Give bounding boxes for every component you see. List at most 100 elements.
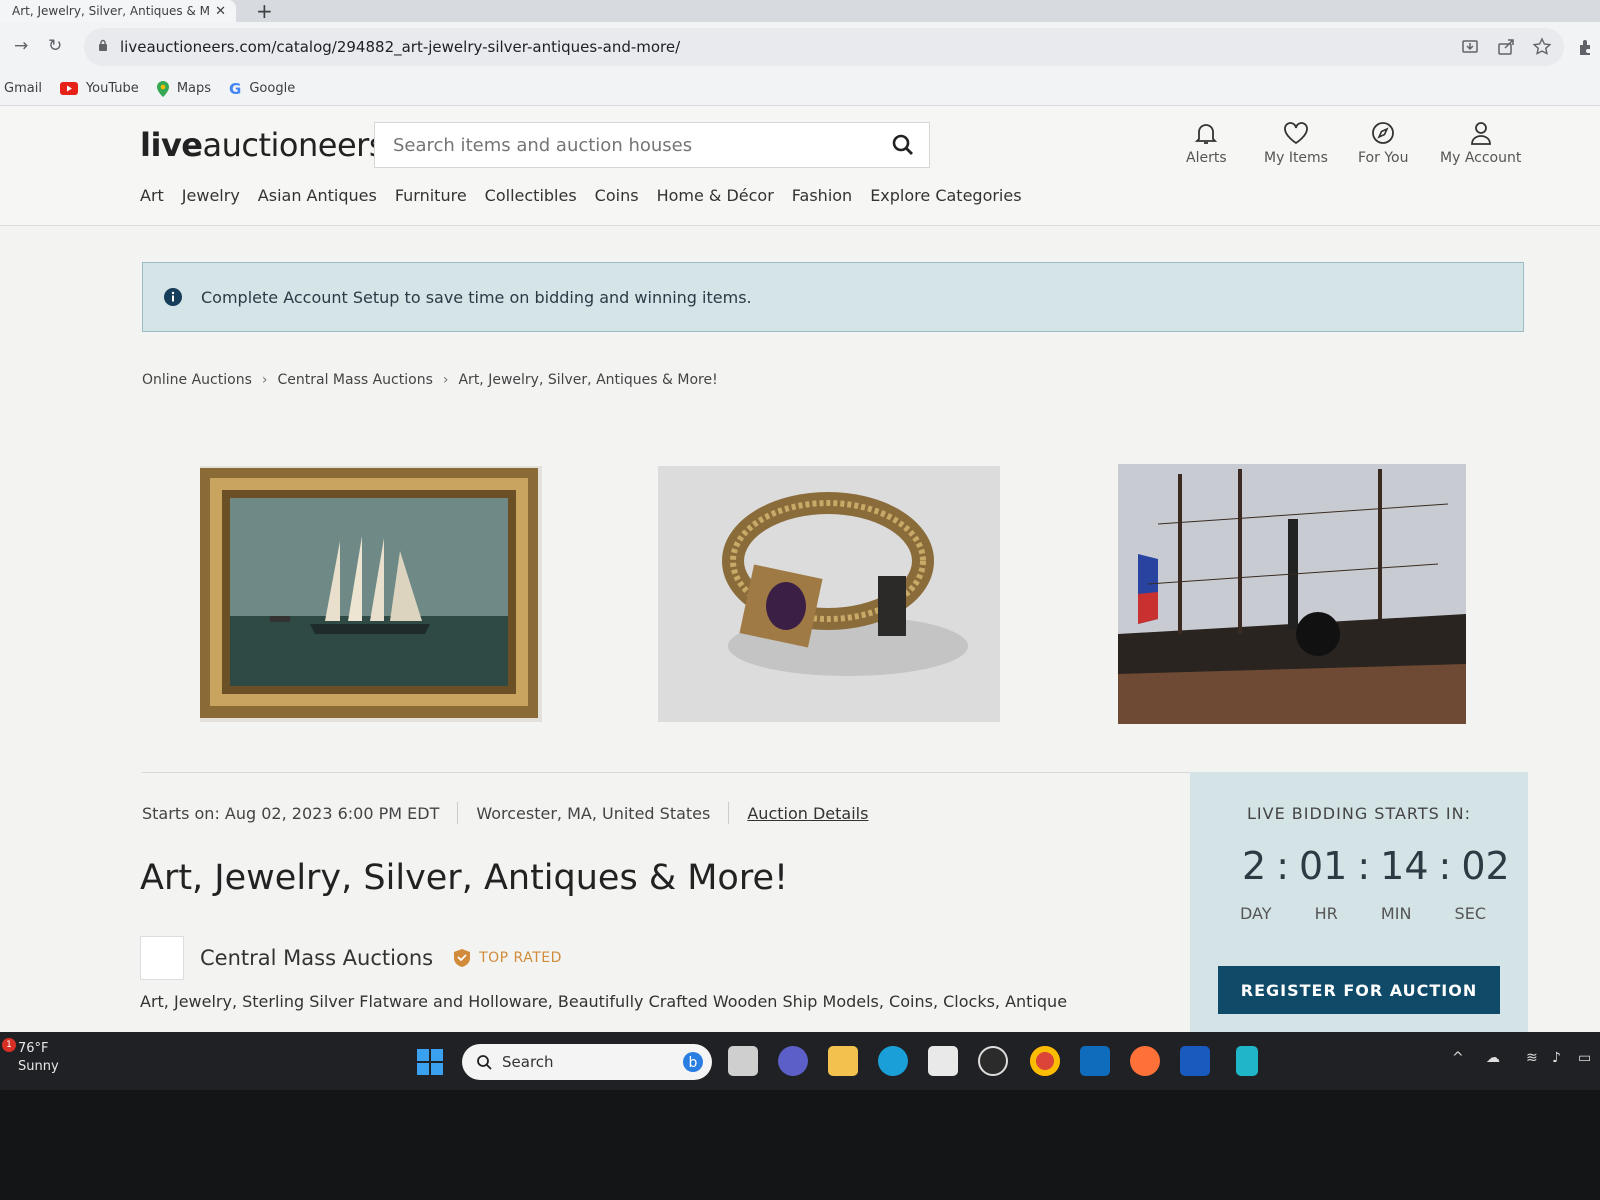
nav-fashion[interactable]: Fashion: [792, 186, 852, 205]
auction-location: Worcester, MA, United States: [476, 803, 711, 823]
label-sec: SEC: [1454, 904, 1486, 923]
heart-icon: [1284, 122, 1308, 145]
logo-light-text: auctioneers: [202, 126, 386, 164]
chevron-up-icon[interactable]: ^: [1452, 1050, 1464, 1066]
search-input[interactable]: [393, 135, 873, 156]
countdown-panel: LIVE BIDDING STARTS IN: 2 : 01 : 14 : 02…: [1190, 772, 1528, 1032]
bookmark-google[interactable]: G Google: [229, 80, 295, 98]
bing-icon[interactable]: b: [682, 1051, 704, 1073]
logo-bold-text: live: [140, 126, 203, 164]
countdown-colon: :: [1276, 844, 1289, 888]
notepad-icon[interactable]: [1236, 1046, 1258, 1076]
complete-account-setup-link[interactable]: Complete Account Setup: [201, 288, 399, 307]
breadcrumb-online-auctions[interactable]: Online Auctions: [142, 372, 252, 388]
onedrive-icon[interactable]: ☁: [1486, 1050, 1500, 1066]
chevron-right-icon: ›: [261, 372, 268, 388]
section-divider: [142, 772, 1190, 773]
url-text: liveauctioneers.com/catalog/294882_art-j…: [120, 38, 681, 56]
auction-details-link[interactable]: Auction Details: [747, 804, 868, 823]
maps-icon: [156, 80, 169, 97]
forward-icon[interactable]: →: [14, 36, 28, 56]
category-nav: Art Jewelry Asian Antiques Furniture Col…: [140, 186, 1022, 205]
weather-widget[interactable]: 1 76°F Sunny: [2, 1038, 59, 1076]
bookmark-gmail-label: Gmail: [4, 81, 42, 96]
extensions-icon[interactable]: [1576, 37, 1596, 57]
auction-meta: Starts on: Aug 02, 2023 6:00 PM EDT Worc…: [142, 802, 868, 824]
nav-home-decor[interactable]: Home & Décor: [657, 186, 774, 205]
teams-chat-icon[interactable]: [778, 1046, 808, 1076]
auction-house: Central Mass Auctions TOP RATED: [140, 936, 562, 980]
nav-coins[interactable]: Coins: [595, 186, 639, 205]
bookmark-youtube-label: YouTube: [85, 81, 139, 96]
breadcrumb-central-mass-auctions[interactable]: Central Mass Auctions: [277, 372, 432, 388]
for-you-label: For You: [1358, 150, 1409, 166]
site-logo[interactable]: liveauctioneers: [140, 126, 385, 164]
countdown-hours: 01: [1299, 844, 1348, 888]
close-tab-icon[interactable]: ✕: [215, 4, 226, 19]
my-items-button[interactable]: My Items: [1264, 120, 1328, 166]
label-min: MIN: [1380, 904, 1412, 923]
new-tab-icon[interactable]: +: [256, 0, 273, 23]
chrome-icon[interactable]: [1030, 1046, 1060, 1076]
register-for-auction-button[interactable]: REGISTER FOR AUCTION: [1218, 966, 1500, 1014]
nav-explore-categories[interactable]: Explore Categories: [870, 186, 1021, 205]
share-icon[interactable]: [1496, 37, 1516, 57]
install-icon[interactable]: [1460, 37, 1480, 57]
bookmark-youtube[interactable]: YouTube: [59, 81, 139, 96]
browser-toolbar: → ↻ liveauctioneers.com/catalog/294882_a…: [0, 22, 1600, 72]
countdown-days: 2: [1242, 844, 1267, 888]
label-day: DAY: [1240, 904, 1272, 923]
web-page: liveauctioneers Alerts My Items For You …: [0, 106, 1600, 1032]
word-icon[interactable]: [1180, 1046, 1210, 1076]
search-icon[interactable]: [891, 133, 915, 157]
nav-collectibles[interactable]: Collectibles: [485, 186, 577, 205]
lot-photo-painting[interactable]: [200, 466, 542, 722]
browser-tab-strip: Art, Jewelry, Silver, Antiques & M ✕ +: [0, 0, 1600, 23]
nav-furniture[interactable]: Furniture: [395, 186, 467, 205]
bookmark-gmail[interactable]: Gmail: [4, 81, 42, 96]
svg-text:b: b: [689, 1055, 698, 1071]
countdown-heading: LIVE BIDDING STARTS IN:: [1247, 804, 1471, 823]
weather-desc: Sunny: [18, 1059, 59, 1074]
my-account-button[interactable]: My Account: [1440, 120, 1521, 166]
reload-icon[interactable]: ↻: [48, 36, 62, 56]
windows-start-icon[interactable]: [416, 1048, 444, 1076]
address-bar[interactable]: liveauctioneers.com/catalog/294882_art-j…: [84, 28, 1564, 66]
lot-photo-ship-model[interactable]: [1118, 464, 1466, 724]
volume-icon[interactable]: ♪: [1552, 1050, 1561, 1066]
tab-title: Art, Jewelry, Silver, Antiques & M: [12, 4, 210, 18]
google-icon: G: [229, 79, 242, 98]
microsoft-store-icon[interactable]: [928, 1046, 958, 1076]
bookmark-maps-label: Maps: [176, 81, 212, 96]
taskbar-search[interactable]: Search b: [462, 1044, 712, 1080]
nav-art[interactable]: Art: [140, 186, 164, 205]
bookmark-star-icon[interactable]: [1532, 37, 1552, 57]
user-icon: [1470, 122, 1491, 145]
alerts-label: Alerts: [1186, 150, 1227, 166]
auction-description: Art, Jewelry, Sterling Silver Flatware a…: [140, 992, 1068, 1011]
task-view-icon[interactable]: [728, 1046, 758, 1076]
countdown-timer: 2 : 01 : 14 : 02: [1242, 844, 1510, 888]
top-rated-badge: TOP RATED: [453, 948, 562, 968]
wifi-icon[interactable]: ≋: [1526, 1050, 1538, 1066]
alerts-button[interactable]: Alerts: [1186, 120, 1227, 166]
site-header: liveauctioneers Alerts My Items For You …: [0, 106, 1600, 226]
file-explorer-icon[interactable]: [828, 1046, 858, 1076]
bookmark-maps[interactable]: Maps: [156, 80, 212, 97]
dell-icon[interactable]: [978, 1046, 1008, 1076]
outlook-icon[interactable]: [1080, 1046, 1110, 1076]
youtube-icon: [59, 82, 78, 95]
for-you-button[interactable]: For You: [1358, 120, 1408, 166]
lot-photo-bracelet[interactable]: [658, 466, 1000, 722]
browser-tab[interactable]: Art, Jewelry, Silver, Antiques & M ✕: [0, 0, 236, 22]
auction-house-name[interactable]: Central Mass Auctions: [200, 946, 433, 970]
nav-asian-antiques[interactable]: Asian Antiques: [258, 186, 377, 205]
battery-icon[interactable]: ▭: [1578, 1050, 1591, 1066]
auction-house-logo[interactable]: [140, 936, 184, 980]
firefox-icon[interactable]: [1130, 1046, 1160, 1076]
nav-jewelry[interactable]: Jewelry: [182, 186, 240, 205]
laptop-bezel: [0, 1090, 1600, 1200]
meta-separator: [457, 802, 459, 824]
account-setup-alert: Complete Account Setup to save time on b…: [142, 262, 1524, 332]
edge-icon[interactable]: [878, 1046, 908, 1076]
